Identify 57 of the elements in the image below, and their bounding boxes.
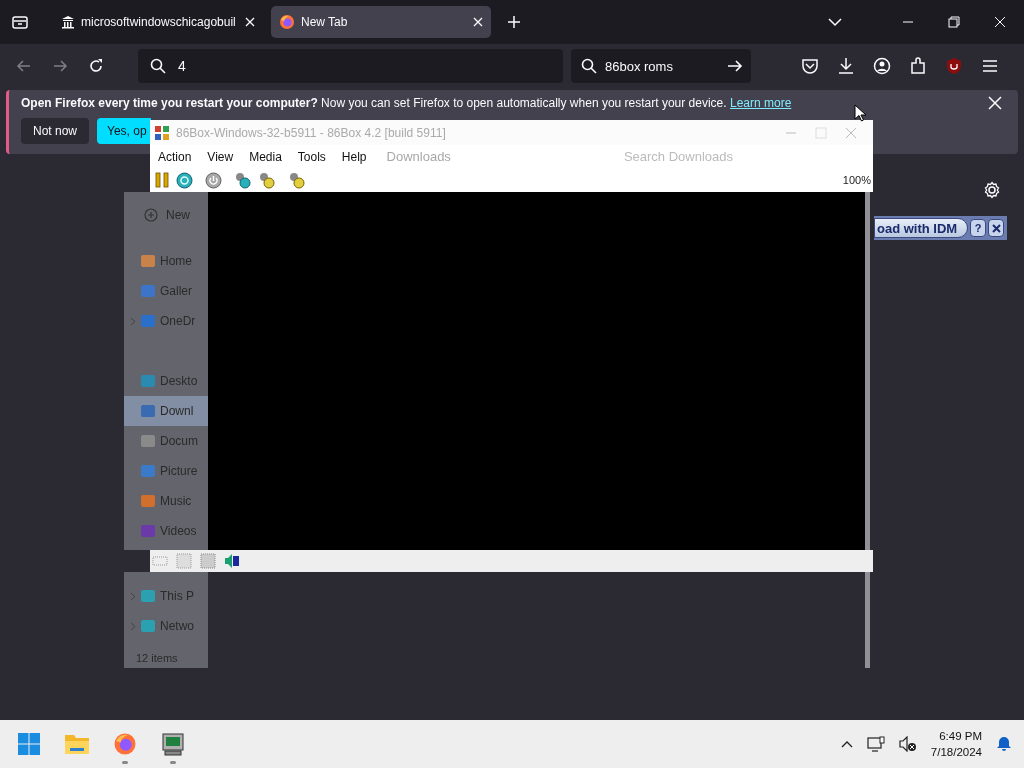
chevron-right-icon (130, 316, 136, 326)
close-button[interactable] (988, 219, 1005, 237)
item-count: 12 items (136, 652, 178, 664)
chevron-right-icon (130, 591, 136, 601)
monitor-icon[interactable] (866, 736, 885, 752)
firefox-icon (113, 732, 137, 756)
folder-icon (64, 733, 90, 755)
plus-icon (144, 208, 158, 222)
restore-icon[interactable] (948, 16, 960, 28)
close-icon (991, 223, 1001, 233)
search-icon (581, 58, 597, 74)
menu-item[interactable]: View (207, 149, 234, 164)
puzzle-icon[interactable] (909, 57, 927, 75)
library-icon (61, 15, 75, 29)
chevron-right-icon (130, 621, 136, 631)
menu-item[interactable]: Media (249, 149, 282, 164)
help-button[interactable]: ? (970, 219, 987, 237)
address-bar[interactable]: 4 (138, 49, 563, 83)
arrow-right-icon[interactable] (727, 58, 743, 74)
zoom-level: 100% (842, 174, 871, 186)
clock-date[interactable]: 7/18/2024 (930, 744, 982, 760)
settings-icon[interactable] (983, 181, 1001, 199)
folder-path: Downloads (386, 149, 451, 164)
pocket-icon[interactable] (801, 57, 819, 75)
reload-icon[interactable] (88, 58, 104, 74)
windows-logo-icon (17, 732, 41, 756)
sidebar-item[interactable]: Downl (124, 396, 208, 426)
learn-more-link[interactable]: Learn more (729, 96, 792, 110)
chevron-down-icon[interactable] (828, 17, 842, 27)
browser-tab[interactable]: microsoftwindowschicagobuil (53, 6, 263, 38)
dismiss-button[interactable]: Not now (21, 118, 90, 144)
shield-icon[interactable] (945, 57, 963, 75)
menu-icon[interactable] (981, 57, 999, 75)
muted-speaker-icon[interactable] (898, 736, 917, 752)
download-button[interactable]: oad with IDM (874, 218, 969, 238)
chevron-up-icon[interactable] (840, 740, 853, 748)
bell-icon[interactable] (996, 736, 1012, 752)
new-tab-icon[interactable] (507, 15, 521, 29)
tab-list-icon[interactable] (11, 13, 29, 31)
menu-item[interactable]: Action (158, 149, 192, 164)
pause-icon[interactable] (154, 172, 170, 188)
firefox-icon (279, 14, 295, 30)
menu-item[interactable]: Tools (297, 149, 326, 164)
search-icon (150, 58, 166, 74)
search-field[interactable]: 86box roms (571, 49, 751, 83)
scrollbar[interactable] (865, 192, 870, 668)
accept-button[interactable]: Yes, op (97, 118, 151, 144)
reset-icon[interactable] (176, 171, 193, 189)
speaker-icon (224, 553, 240, 569)
emulator-icon (154, 124, 170, 141)
account-icon[interactable] (873, 57, 891, 75)
power-icon[interactable] (205, 171, 222, 189)
clock-time[interactable]: 6:49 PM (939, 728, 982, 744)
window-title: 86Box-Windows-32-b5911 - 86Box 4.2 [build 5911] (176, 125, 446, 140)
browser-tab[interactable]: New Tab (271, 6, 491, 38)
notification-text: Open Firefox every time you restart your computer? Now you can set Firefox to open automatically when you restart your device. Learn more (21, 96, 793, 110)
menu-item[interactable]: Help (341, 149, 367, 164)
